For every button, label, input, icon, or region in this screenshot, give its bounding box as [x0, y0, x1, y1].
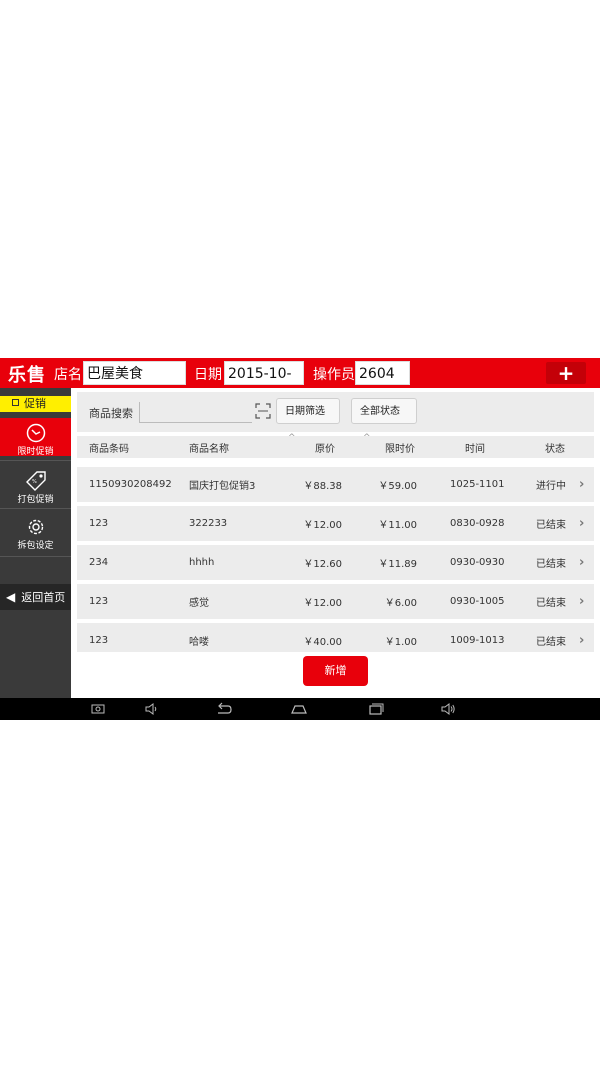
new-promotion-button[interactable]: 新增	[303, 656, 368, 686]
column-header: 商品条码	[89, 443, 129, 455]
barcode-cell: 123	[89, 635, 109, 646]
name-cell: 国庆打包促销3	[189, 481, 256, 492]
back-home-label: 返回首页	[21, 591, 66, 604]
chevron-right-icon: ›	[579, 633, 585, 648]
column-header: 时间	[465, 443, 485, 455]
name-cell: 322233	[189, 518, 228, 529]
time-cell: 0830-0928	[450, 518, 505, 529]
status-cell: 已结束	[536, 598, 566, 609]
operator-field[interactable]: 2604	[355, 361, 410, 385]
plus-icon: +	[557, 361, 575, 385]
top-bar: 乐售 店名 巴屋美食 日期 2015-10-30 操作员 2604 +	[0, 358, 600, 406]
search-input[interactable]	[139, 402, 252, 423]
recent-apps-icon[interactable]	[368, 702, 384, 716]
time-cell: 0930-0930	[450, 557, 505, 568]
table-row[interactable]: 1150930208492 国庆打包促销3 ￥88.38 ￥59.00 1025…	[77, 467, 594, 502]
screenshot-icon[interactable]	[91, 702, 105, 716]
sidebar-item-label: 限时促销	[17, 447, 54, 457]
add-button[interactable]: +	[546, 362, 586, 384]
clock-icon	[26, 423, 45, 443]
table-row[interactable]: 234 hhhh ￥12.60 ￥11.89 0930-0930 已结束 ›	[77, 545, 594, 580]
tag-icon: %	[25, 471, 46, 491]
divider	[0, 508, 71, 509]
app-logo: 乐售	[8, 365, 46, 386]
barcode-cell: 123	[89, 596, 109, 607]
barcode-cell: 123	[89, 518, 109, 529]
column-header: 商品名称	[189, 443, 229, 455]
volume-up-icon[interactable]	[440, 702, 456, 716]
status-cell: 进行中	[536, 481, 566, 492]
barcode-cell: 1150930208492	[89, 479, 172, 490]
price-cell: ￥12.00	[303, 520, 342, 531]
chevron-right-icon: ›	[579, 516, 585, 531]
price-cell: ￥88.38	[303, 481, 342, 492]
operator-label: 操作员	[313, 367, 355, 383]
time-cell: 1009-1013	[450, 635, 505, 646]
search-label: 商品搜索	[89, 407, 133, 420]
limit-price-cell: ￥11.89	[378, 559, 417, 570]
volume-down-icon[interactable]	[144, 702, 158, 716]
date-field[interactable]: 2015-10-30	[224, 361, 304, 406]
barcode-cell: 234	[89, 557, 109, 568]
home-icon[interactable]	[290, 702, 308, 716]
sidebar: 促销 限时促销 % 打包促销 拆包设定 ◀ 返回首页	[0, 388, 71, 698]
sidebar-item-bundle-promo[interactable]: % 打包促销	[0, 464, 71, 506]
status-cell: 已结束	[536, 520, 566, 531]
square-icon	[12, 399, 19, 406]
limit-price-cell: ￥1.00	[384, 637, 417, 648]
table-header: 商品条码 商品名称 原价 限时价 时间 状态	[77, 436, 594, 458]
back-home-button[interactable]: ◀ 返回首页	[0, 584, 71, 610]
table-row[interactable]: 123 322233 ￥12.00 ￥11.00 0830-0928 已结束 ›	[77, 506, 594, 541]
name-cell: 感觉	[189, 598, 209, 609]
chevron-right-icon: ›	[579, 594, 585, 609]
limit-price-cell: ￥6.00	[384, 598, 417, 609]
back-icon[interactable]	[215, 702, 233, 716]
store-name-field[interactable]: 巴屋美食	[83, 361, 186, 385]
filter-bar: 商品搜索 日期筛选^ 全部状态^	[77, 392, 594, 443]
name-cell: hhhh	[189, 557, 215, 568]
date-filter-label: 日期筛选	[285, 406, 325, 417]
name-cell: 哈喽	[189, 637, 209, 648]
sidebar-item-unpack-settings[interactable]: 拆包设定	[0, 512, 71, 554]
sidebar-item-limited-promo[interactable]: 限时促销	[0, 418, 71, 457]
chevron-right-icon: ›	[579, 555, 585, 570]
promotion-section-header: 促销	[0, 396, 71, 412]
price-cell: ￥12.00	[303, 598, 342, 609]
chevron-right-icon: ›	[579, 477, 585, 492]
table-row[interactable]: 123 感觉 ￥12.00 ￥6.00 0930-1005 已结束 ›	[77, 584, 594, 619]
gear-icon	[28, 519, 43, 535]
column-header: 限时价	[385, 443, 415, 455]
system-nav-bar	[0, 698, 600, 720]
limit-price-cell: ￥11.00	[378, 520, 417, 531]
section-label: 促销	[24, 397, 46, 410]
table-row[interactable]: 123 哈喽 ￥40.00 ￥1.00 1009-1013 已结束 ›	[77, 623, 594, 652]
price-cell: ￥12.60	[303, 559, 342, 570]
limit-price-cell: ￥59.00	[378, 481, 417, 492]
divider	[0, 460, 71, 461]
price-cell: ￥40.00	[303, 637, 342, 648]
status-cell: 已结束	[536, 559, 566, 570]
divider	[0, 556, 71, 557]
app-window: 乐售 店名 巴屋美食 日期 2015-10-30 操作员 2604 + 促销 限…	[0, 358, 600, 720]
barcode-scan-icon[interactable]	[255, 403, 271, 419]
column-header: 状态	[545, 443, 565, 455]
status-filter-button[interactable]: 全部状态^	[351, 398, 417, 443]
date-label: 日期	[194, 367, 222, 383]
time-cell: 1025-1101	[450, 479, 505, 490]
svg-text:%: %	[32, 479, 37, 485]
status-cell: 已结束	[536, 637, 566, 648]
status-filter-label: 全部状态	[360, 406, 400, 417]
arrow-left-icon: ◀	[6, 590, 16, 604]
time-cell: 0930-1005	[450, 596, 505, 607]
store-label: 店名	[54, 367, 82, 383]
main-panel: 商品搜索 日期筛选^ 全部状态^ 商品条码 商品名称 原价 限时价 时间 状态 …	[71, 388, 600, 698]
sidebar-item-label: 打包促销	[17, 495, 54, 505]
date-filter-button[interactable]: 日期筛选^	[276, 398, 340, 443]
sidebar-item-label: 拆包设定	[17, 541, 54, 551]
column-header: 原价	[315, 443, 335, 455]
